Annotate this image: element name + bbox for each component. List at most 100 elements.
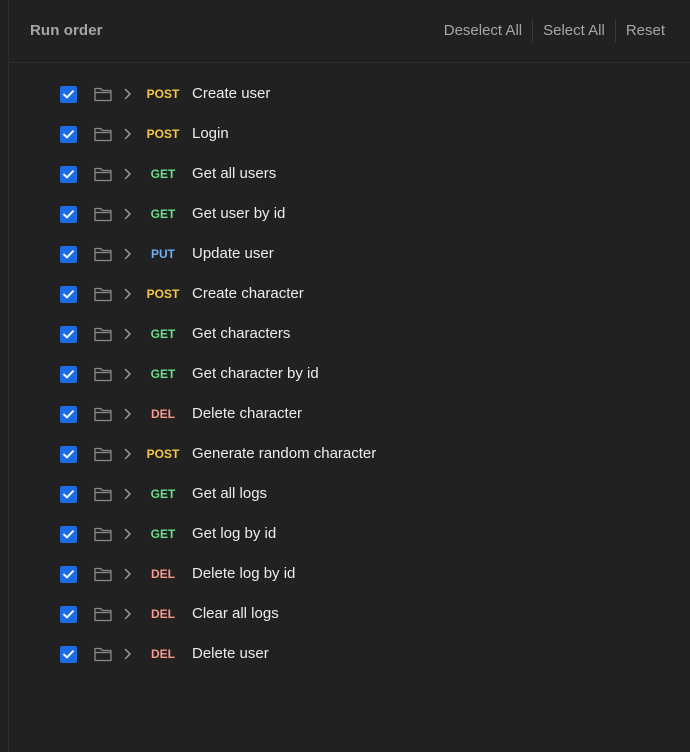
request-checkbox[interactable] — [60, 286, 77, 303]
request-checkbox[interactable] — [60, 646, 77, 663]
request-checkbox[interactable] — [60, 446, 77, 463]
folder-icon — [93, 364, 113, 384]
request-name: Create character — [192, 285, 304, 302]
checkmark-icon — [63, 170, 74, 179]
request-checkbox[interactable] — [60, 126, 77, 143]
folder-icon — [93, 204, 113, 224]
request-checkbox[interactable] — [60, 526, 77, 543]
folder-icon — [93, 164, 113, 184]
request-row[interactable]: GET Get characters — [9, 314, 690, 354]
chevron-right-icon[interactable] — [122, 326, 134, 342]
request-name: Get characters — [192, 325, 291, 342]
method-badge: POST — [146, 87, 180, 101]
request-row[interactable]: POST Create character — [9, 274, 690, 314]
checkmark-icon — [63, 490, 74, 499]
folder-icon — [93, 644, 113, 664]
request-row[interactable]: GET Get user by id — [9, 194, 690, 234]
divider — [614, 20, 616, 42]
request-name: Generate random character — [192, 445, 377, 462]
request-name: Delete character — [192, 405, 303, 422]
request-row[interactable]: DEL Delete character — [9, 394, 690, 434]
request-checkbox[interactable] — [60, 166, 77, 183]
method-badge: GET — [150, 207, 176, 221]
chevron-right-icon[interactable] — [122, 486, 134, 502]
checkmark-icon — [63, 530, 74, 539]
request-checkbox[interactable] — [60, 406, 77, 423]
method-badge: PUT — [151, 247, 175, 261]
chevron-right-icon[interactable] — [122, 286, 134, 302]
run-order-header: Run order Deselect All Select All Reset — [9, 0, 690, 63]
request-name: Get character by id — [192, 365, 319, 382]
request-name: Get all logs — [192, 485, 268, 502]
chevron-right-icon[interactable] — [122, 246, 134, 262]
chevron-right-icon[interactable] — [122, 406, 134, 422]
checkmark-icon — [63, 650, 74, 659]
folder-icon — [93, 124, 113, 144]
panel-title: Run order — [30, 22, 103, 39]
request-checkbox[interactable] — [60, 326, 77, 343]
request-name: Get user by id — [192, 205, 286, 222]
checkmark-icon — [63, 90, 74, 99]
header-actions: Deselect All Select All Reset — [444, 19, 665, 43]
request-checkbox[interactable] — [60, 566, 77, 583]
chevron-right-icon[interactable] — [122, 366, 134, 382]
request-row[interactable]: GET Get all users — [9, 154, 690, 194]
divider — [532, 20, 534, 42]
chevron-right-icon[interactable] — [122, 526, 134, 542]
request-checkbox[interactable] — [60, 246, 77, 263]
request-row[interactable]: POST Generate random character — [9, 434, 690, 474]
request-list: POST Create user POST Login GET Get all users… — [9, 74, 690, 674]
method-badge: DEL — [151, 407, 175, 421]
chevron-right-icon[interactable] — [122, 126, 134, 142]
checkmark-icon — [63, 610, 74, 619]
checkmark-icon — [63, 290, 74, 299]
request-name: Delete user — [192, 645, 269, 662]
request-checkbox[interactable] — [60, 606, 77, 623]
folder-icon — [93, 324, 113, 344]
checkmark-icon — [63, 330, 74, 339]
chevron-right-icon[interactable] — [122, 646, 134, 662]
folder-icon — [93, 484, 113, 504]
request-name: Update user — [192, 245, 274, 262]
request-row[interactable]: DEL Delete user — [9, 634, 690, 674]
request-checkbox[interactable] — [60, 86, 77, 103]
request-row[interactable]: DEL Clear all logs — [9, 594, 690, 634]
folder-icon — [93, 244, 113, 264]
request-name: Get all users — [192, 165, 277, 182]
request-row[interactable]: GET Get all logs — [9, 474, 690, 514]
request-row[interactable]: DEL Delete log by id — [9, 554, 690, 594]
method-badge: POST — [146, 287, 180, 301]
folder-icon — [93, 604, 113, 624]
select-all-button[interactable]: Select All — [543, 19, 605, 43]
folder-icon — [93, 564, 113, 584]
request-row[interactable]: GET Get log by id — [9, 514, 690, 554]
request-row[interactable]: POST Login — [9, 114, 690, 154]
request-row[interactable]: GET Get character by id — [9, 354, 690, 394]
method-badge: GET — [150, 367, 176, 381]
run-order-panel: Run order Deselect All Select All Reset … — [8, 0, 690, 752]
method-badge: GET — [150, 167, 176, 181]
request-row[interactable]: PUT Update user — [9, 234, 690, 274]
request-name: Create user — [192, 85, 271, 102]
request-checkbox[interactable] — [60, 366, 77, 383]
chevron-right-icon[interactable] — [122, 566, 134, 582]
checkmark-icon — [63, 410, 74, 419]
chevron-right-icon[interactable] — [122, 206, 134, 222]
deselect-all-button[interactable]: Deselect All — [444, 19, 522, 43]
chevron-right-icon[interactable] — [122, 86, 134, 102]
folder-icon — [93, 444, 113, 464]
chevron-right-icon[interactable] — [122, 166, 134, 182]
request-row[interactable]: POST Create user — [9, 74, 690, 114]
checkmark-icon — [63, 130, 74, 139]
chevron-right-icon[interactable] — [122, 446, 134, 462]
checkmark-icon — [63, 370, 74, 379]
chevron-right-icon[interactable] — [122, 606, 134, 622]
request-checkbox[interactable] — [60, 486, 77, 503]
checkmark-icon — [63, 210, 74, 219]
reset-button[interactable]: Reset — [626, 19, 665, 43]
method-badge: DEL — [151, 607, 175, 621]
folder-icon — [93, 84, 113, 104]
checkmark-icon — [63, 450, 74, 459]
request-checkbox[interactable] — [60, 206, 77, 223]
method-badge: DEL — [151, 647, 175, 661]
